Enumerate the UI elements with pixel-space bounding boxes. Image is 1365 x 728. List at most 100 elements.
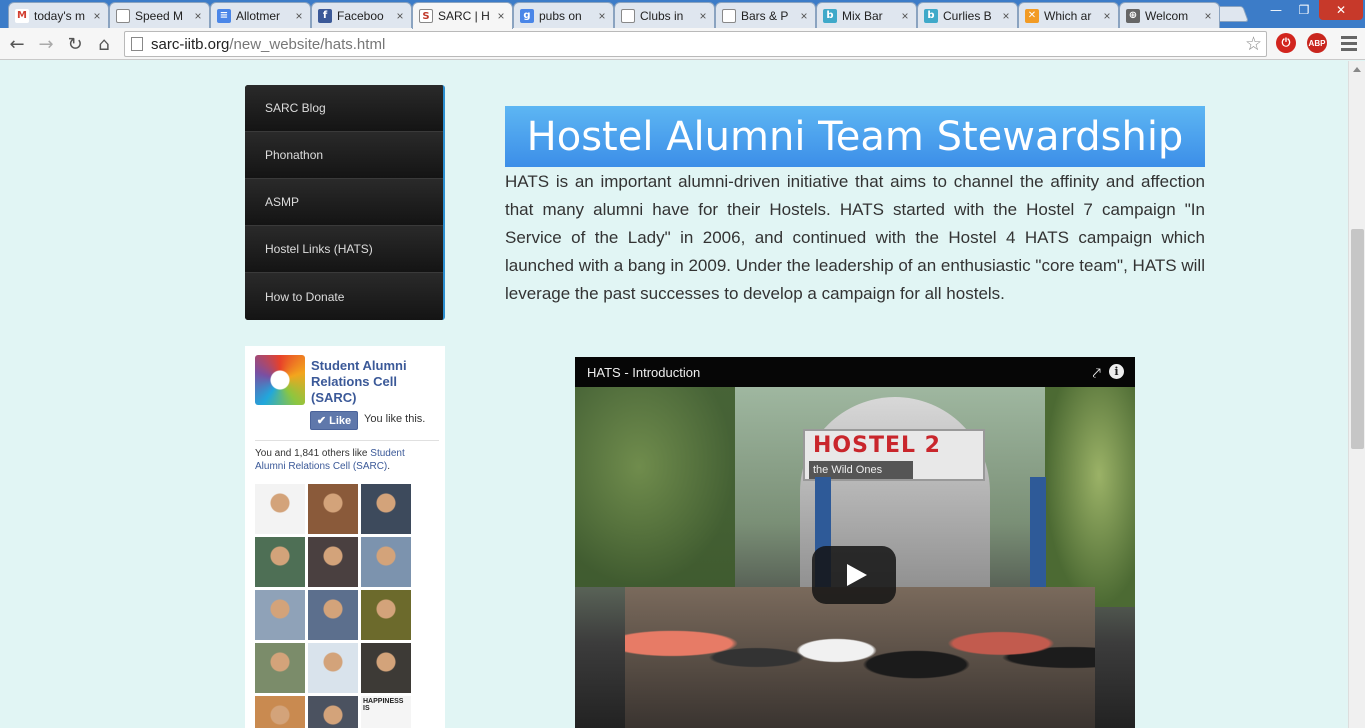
back-arrow-icon[interactable]: ←	[5, 32, 29, 56]
play-icon	[846, 564, 867, 586]
browser-tab[interactable]: g pubs on ×	[513, 2, 614, 28]
fan-avatar[interactable]	[308, 696, 358, 728]
fan-avatar[interactable]	[361, 590, 411, 640]
fb-like-button[interactable]: ✔ Like	[310, 411, 358, 430]
sarc-icon: S	[419, 9, 433, 23]
browser-tab[interactable]: S SARC | H ×	[412, 2, 513, 29]
tab-close-icon[interactable]: ×	[1201, 9, 1215, 23]
info-icon[interactable]: i	[1109, 364, 1124, 379]
fan-avatar[interactable]: HAPPINESS IS	[361, 696, 411, 728]
close-window-icon[interactable]: ✕	[1319, 0, 1363, 20]
tab-label: Which ar	[1044, 8, 1092, 23]
sidebar-item-phonathon[interactable]: Phonathon	[245, 132, 443, 179]
google-docs-icon: ≡	[217, 8, 231, 23]
browser-menu-icon[interactable]	[1341, 36, 1357, 54]
browser-tab[interactable]: Clubs in ×	[614, 2, 715, 28]
page-title: Hostel Alumni Team Stewardship	[505, 106, 1205, 167]
fan-avatar[interactable]	[255, 643, 305, 693]
fan-avatar[interactable]	[308, 484, 358, 534]
browser-tab[interactable]: ✕ Which ar ×	[1018, 2, 1119, 28]
tab-label: Faceboo	[337, 8, 384, 23]
fb-page-name[interactable]: Student Alumni Relations Cell (SARC)	[311, 358, 439, 406]
tripadvisor-icon: ✕	[1025, 8, 1039, 23]
fan-avatar[interactable]	[361, 537, 411, 587]
tab-label: Bars & P	[741, 8, 789, 23]
avatar-caption: HAPPINESS IS	[363, 698, 404, 712]
fb-likes-count: You and 1,841 others like Student Alumni…	[255, 447, 435, 473]
divider	[255, 440, 439, 441]
browser-tab[interactable]: ⊕ Welcom ×	[1119, 2, 1220, 28]
likes-count-text: You and 1,841 others like	[255, 448, 371, 459]
thumbnail-tree-left	[575, 387, 735, 587]
adblock-plus-icon[interactable]: ABP	[1307, 33, 1327, 53]
browser-tab[interactable]: b Curlies B ×	[917, 2, 1018, 28]
scroll-up-arrow-icon[interactable]	[1353, 67, 1361, 72]
fan-avatar[interactable]	[255, 590, 305, 640]
forward-arrow-icon[interactable]: →	[34, 32, 58, 56]
tab-label: Mix Bar	[842, 8, 883, 23]
bookmark-star-icon[interactable]: ☆	[1245, 33, 1262, 55]
sidebar-item-sarc-blog[interactable]: SARC Blog	[245, 85, 443, 132]
browser-tab[interactable]: Speed M ×	[109, 2, 210, 28]
sidebar-item-how-to-donate[interactable]: How to Donate	[245, 273, 443, 320]
play-button[interactable]	[812, 546, 896, 604]
fan-avatar[interactable]	[361, 484, 411, 534]
tab-close-icon[interactable]: ×	[595, 9, 609, 23]
scrollbar-thumb[interactable]	[1351, 229, 1364, 449]
fan-avatar[interactable]	[361, 643, 411, 693]
tab-close-icon[interactable]: ×	[90, 9, 104, 23]
browser-tab[interactable]: Bars & P ×	[715, 2, 816, 28]
sarc-logo[interactable]	[255, 355, 305, 405]
sidebar-item-asmp[interactable]: ASMP	[245, 179, 443, 226]
google-icon: g	[520, 8, 534, 23]
youtube-video-player[interactable]: HOSTEL 2 the Wild Ones HATS - Introducti…	[575, 357, 1135, 728]
burrp-icon: b	[823, 8, 837, 23]
tab-label: Welcom	[1145, 8, 1189, 23]
browser-tab[interactable]: f Faceboo ×	[311, 2, 412, 28]
tab-close-icon[interactable]: ×	[999, 9, 1013, 23]
minimize-icon[interactable]: —	[1263, 0, 1289, 20]
tab-close-icon[interactable]: ×	[898, 9, 912, 23]
fan-avatar[interactable]	[255, 537, 305, 587]
home-icon[interactable]: ⌂	[92, 32, 116, 56]
thumbnail-tree-right	[1045, 387, 1135, 607]
tab-label: Clubs in	[640, 8, 684, 23]
tab-label: Speed M	[135, 8, 184, 23]
video-title-bar: HATS - Introduction	[575, 357, 1135, 387]
tab-label: Allotmer	[236, 8, 281, 23]
tab-close-icon[interactable]: ×	[191, 9, 205, 23]
sidebar-menu: SARC Blog Phonathon ASMP Hostel Links (H…	[245, 85, 445, 320]
tab-close-icon[interactable]: ×	[1100, 9, 1114, 23]
reload-icon[interactable]: ↻	[63, 32, 87, 56]
maximize-icon[interactable]: ❐	[1291, 0, 1317, 20]
tab-close-icon[interactable]: ×	[393, 9, 407, 23]
page-icon	[116, 8, 130, 23]
video-title[interactable]: HATS - Introduction	[587, 365, 700, 380]
fan-avatar[interactable]	[255, 696, 305, 728]
facebook-icon: f	[318, 8, 332, 23]
tab-close-icon[interactable]: ×	[797, 9, 811, 23]
fan-avatar[interactable]	[308, 643, 358, 693]
sidebar-item-hostel-links[interactable]: Hostel Links (HATS)	[245, 226, 443, 273]
tab-close-icon[interactable]: ×	[696, 9, 710, 23]
tab-close-icon[interactable]: ×	[292, 9, 306, 23]
tab-close-icon[interactable]: ×	[494, 9, 508, 23]
browser-tab[interactable]: Mtoday's m ×	[8, 2, 109, 28]
tab-strip: — ❐ ✕ Mtoday's m × Speed M × ≡ Allotmer × f Face…	[0, 0, 1365, 29]
page-icon	[722, 8, 736, 23]
fan-avatar[interactable]	[308, 590, 358, 640]
page-scrollbar[interactable]	[1348, 61, 1365, 728]
likes-count-suffix: .	[387, 461, 391, 472]
browser-tab[interactable]: b Mix Bar ×	[816, 2, 917, 28]
address-bar[interactable]: sarc-iitb.org/new_website/hats.html ☆	[124, 31, 1267, 57]
url-host: sarc-iitb.org	[151, 35, 230, 53]
browser-tab[interactable]: ≡ Allotmer ×	[210, 2, 311, 28]
hats-description: HATS is an important alumni-driven initi…	[505, 172, 1205, 303]
gmail-icon: M	[15, 8, 29, 23]
page-icon	[621, 8, 635, 23]
facebook-like-box: Student Alumni Relations Cell (SARC) ✔ L…	[245, 346, 445, 728]
power-extension-icon[interactable]: ⏻	[1276, 33, 1296, 53]
fan-avatar[interactable]	[308, 537, 358, 587]
share-icon[interactable]: ⤤	[1093, 364, 1101, 382]
fan-avatar[interactable]	[255, 484, 305, 534]
